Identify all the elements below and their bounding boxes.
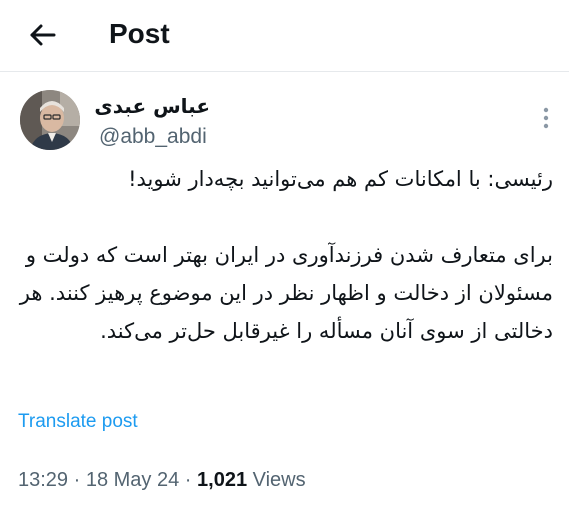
page-title: Post xyxy=(109,18,170,49)
author-name[interactable]: عباس عبدی xyxy=(94,92,210,120)
user-avatar[interactable] xyxy=(20,90,80,150)
post-date[interactable]: 18 May 24 xyxy=(86,469,179,491)
more-options-button[interactable] xyxy=(536,104,556,132)
back-button[interactable] xyxy=(26,18,60,52)
views-label: Views xyxy=(247,469,306,491)
post-text: رئیسی: با امکانات کم هم می‌توانید بچه‌دا… xyxy=(16,160,553,350)
post-paragraph: برای متعارف شدن فرزندآوری در ایران بهتر … xyxy=(19,243,553,343)
post-meta: 13:29 · 18 May 24 · 1,021 Views xyxy=(18,467,306,493)
author-handle[interactable]: @abb_abdi xyxy=(99,124,207,150)
meta-separator: · xyxy=(179,469,198,491)
top-bar: Post xyxy=(0,0,569,72)
meta-separator: · xyxy=(68,469,86,491)
arrow-left-icon xyxy=(30,24,56,46)
post-paragraph: رئیسی: با امکانات کم هم می‌توانید بچه‌دا… xyxy=(128,167,553,191)
post-time[interactable]: 13:29 xyxy=(18,469,68,491)
vertical-ellipsis-icon xyxy=(543,107,549,129)
translate-post-link[interactable]: Translate post xyxy=(18,410,138,434)
views-count: 1,021 xyxy=(197,469,248,491)
